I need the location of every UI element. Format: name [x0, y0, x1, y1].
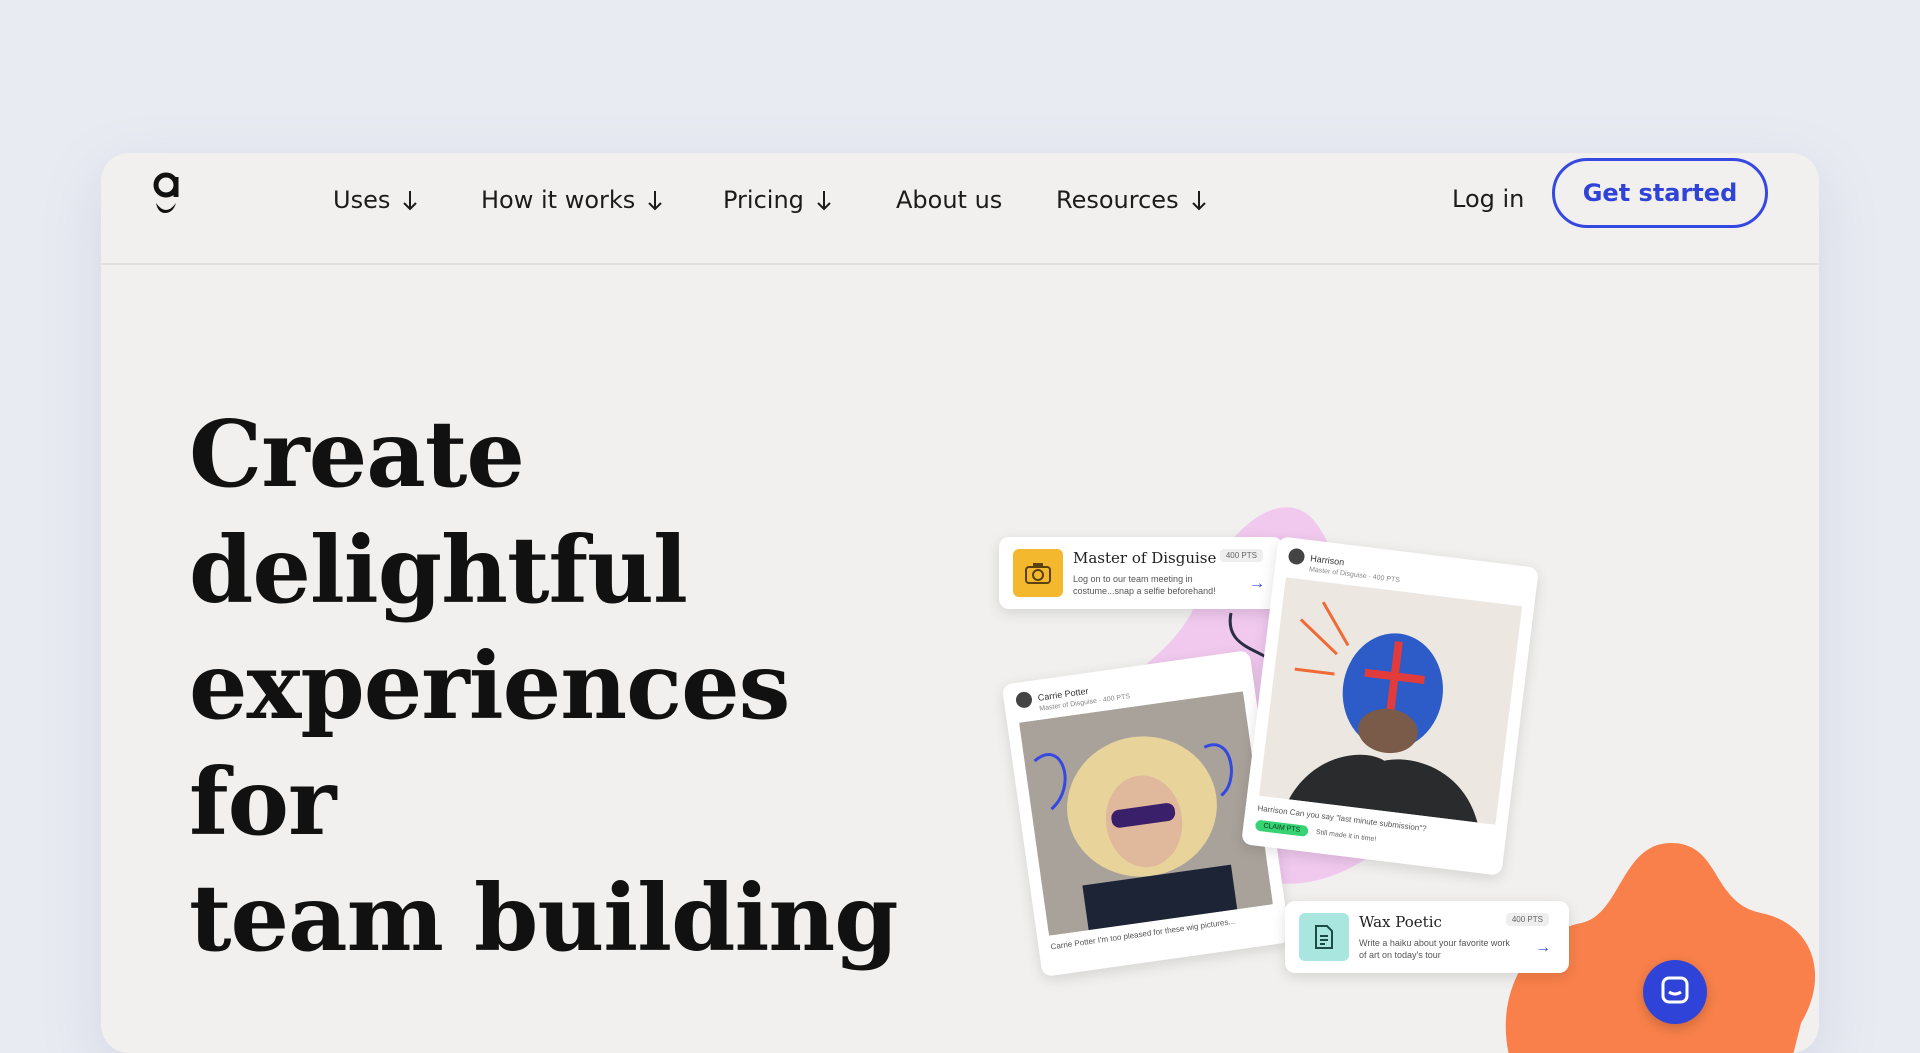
headline-line: for: [189, 748, 336, 856]
logo[interactable]: [149, 167, 185, 227]
post-photo: [1019, 691, 1273, 936]
browser-card: Uses How it works Pricing About us Resou…: [101, 153, 1819, 1053]
person-in-mask-image: [1259, 577, 1523, 825]
nav-pricing-label: Pricing: [723, 186, 804, 214]
post-author: Harrison: [1309, 553, 1345, 568]
nav-about-us[interactable]: About us: [896, 185, 1002, 215]
avatar: [1014, 690, 1034, 709]
headline-line: team building: [189, 864, 899, 972]
headline-line: experiences: [189, 632, 790, 740]
arrow-down-icon: [817, 191, 831, 211]
camera-icon: [1013, 549, 1063, 597]
badge-note: Still made it in time!: [1315, 828, 1377, 844]
task-card-wax-poetic[interactable]: Wax Poetic Write a haiku about your favo…: [1285, 901, 1569, 973]
arrow-right-icon[interactable]: →: [1249, 575, 1265, 593]
task-points-badge: 400 PTS: [1505, 913, 1549, 926]
logo-icon: [153, 172, 179, 213]
nav-uses-label: Uses: [333, 186, 391, 214]
headline-line: delightful: [189, 516, 688, 624]
chat-icon: [1661, 976, 1689, 1004]
task-title: Master of Disguise: [1073, 549, 1217, 567]
arrow-down-icon: [403, 191, 418, 211]
avatar: [1287, 547, 1306, 566]
nav-how-it-works[interactable]: How it works: [481, 185, 665, 215]
task-card-master-of-disguise[interactable]: Master of Disguise Log on to our team me…: [999, 537, 1283, 609]
task-description: Log on to our team meeting in costume...…: [1073, 574, 1216, 596]
nav-about-us-label: About us: [896, 186, 1003, 214]
nav-how-it-works-label: How it works: [481, 186, 636, 214]
document-icon: [1299, 913, 1349, 961]
arrow-down-icon: [648, 191, 662, 211]
nav-resources-label: Resources: [1056, 186, 1179, 214]
nav-resources[interactable]: Resources: [1056, 185, 1209, 215]
arrow-right-icon[interactable]: →: [1535, 939, 1551, 957]
task-title: Wax Poetic: [1359, 913, 1442, 931]
headline-line: Create: [189, 400, 525, 508]
top-navigation: Uses How it works Pricing About us Resou…: [101, 153, 1819, 265]
photo-post-right[interactable]: Harrison Master of Disguise · 400 PTS Ha…: [1241, 536, 1539, 876]
claim-badge[interactable]: CLAIM PTS: [1254, 819, 1309, 837]
login-link[interactable]: Log in: [1452, 185, 1524, 213]
task-description: Write a haiku about your favorite work o…: [1359, 938, 1510, 960]
get-started-button[interactable]: Get started: [1552, 158, 1768, 228]
person-in-wig-image: [1019, 691, 1273, 936]
chat-launcher-button[interactable]: [1643, 960, 1707, 1024]
hero-headline: Create delightful experiences for team b…: [189, 396, 949, 976]
nav-uses[interactable]: Uses: [333, 185, 420, 215]
arrow-down-icon: [1191, 191, 1206, 211]
nav-pricing[interactable]: Pricing: [723, 185, 834, 215]
task-points-badge: 400 PTS: [1219, 549, 1263, 562]
post-photo: [1259, 577, 1523, 825]
